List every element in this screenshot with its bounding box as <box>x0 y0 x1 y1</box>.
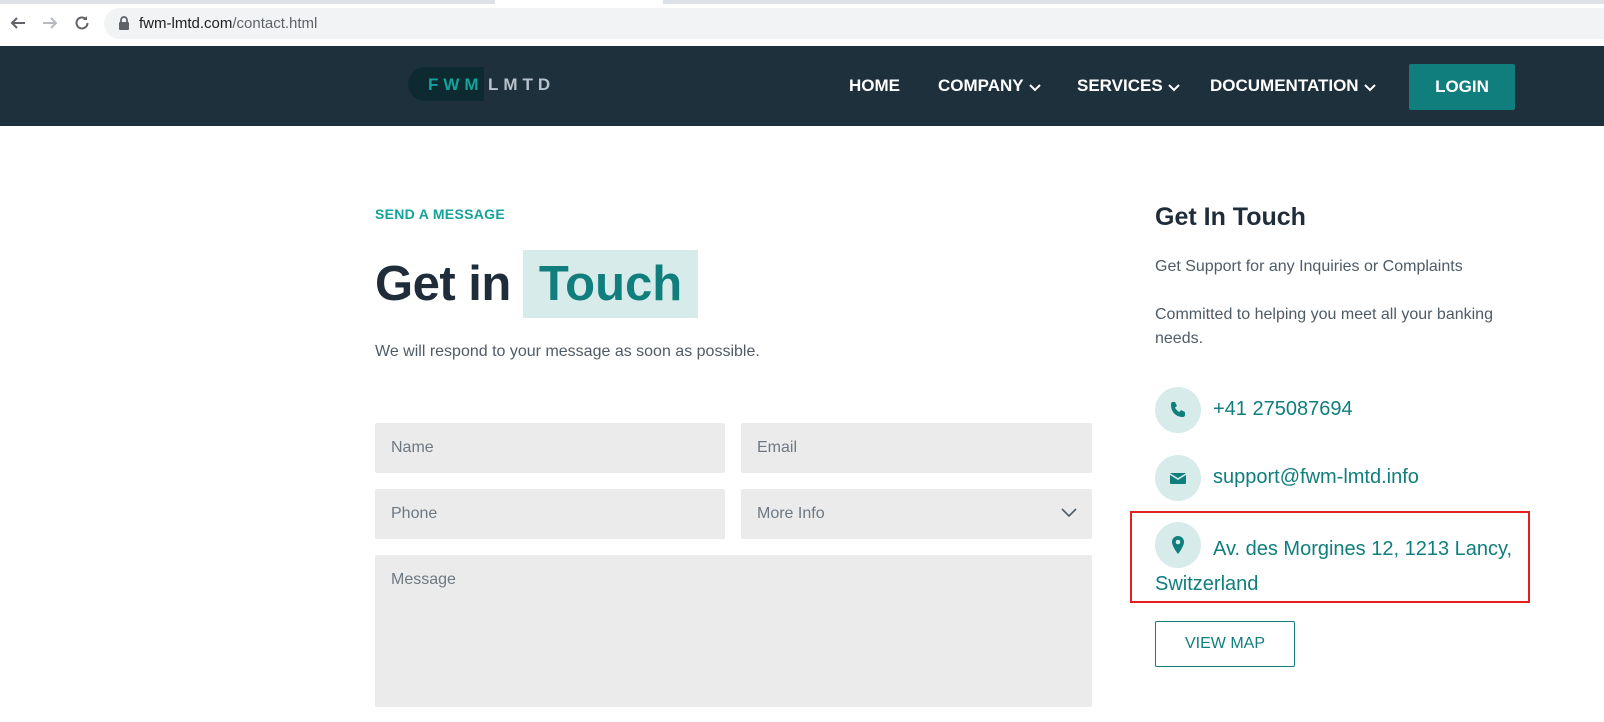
url-text: fwm-lmtd.com/contact.html <box>139 15 317 32</box>
logo-part-fwm: FWM <box>428 75 484 94</box>
phone-icon <box>1155 387 1201 433</box>
email-input[interactable]: Email <box>741 423 1092 473</box>
message-textarea[interactable]: Message <box>375 555 1092 707</box>
site-header: FWM LMTD HOME COMPANY SERVICES DOCUMENTA… <box>0 46 1604 126</box>
nav-home-label: HOME <box>849 76 900 95</box>
chevron-down-icon <box>1363 83 1376 91</box>
phone-placeholder: Phone <box>391 505 438 522</box>
form-subtext: We will respond to your message as soon … <box>375 343 760 360</box>
message-placeholder: Message <box>391 571 456 588</box>
page-title-highlight: Touch <box>522 250 699 318</box>
url-path: /contact.html <box>232 15 318 32</box>
name-placeholder: Name <box>391 439 434 456</box>
contact-email[interactable]: support@fwm-lmtd.info <box>1213 466 1419 489</box>
nav-company[interactable]: COMPANY <box>938 76 1042 96</box>
address-bar[interactable]: fwm-lmtd.com/contact.html <box>104 8 1604 39</box>
page-title: Get in Touch <box>375 250 699 318</box>
contact-title: Get In Touch <box>1155 203 1306 231</box>
envelope-icon <box>1155 455 1201 501</box>
section-eyebrow: SEND A MESSAGE <box>375 206 505 222</box>
contact-line-committed: Committed to helping you meet all your b… <box>1155 306 1493 347</box>
nav-services-label: SERVICES <box>1077 76 1163 95</box>
nav-documentation[interactable]: DOCUMENTATION <box>1210 76 1377 96</box>
logo-part-lmtd: LMTD <box>488 75 556 94</box>
email-placeholder: Email <box>757 439 798 456</box>
phone-input[interactable]: Phone <box>375 489 725 539</box>
chevron-down-icon <box>1061 508 1077 518</box>
page-title-main: Get in <box>375 257 511 311</box>
nav-services[interactable]: SERVICES <box>1077 76 1181 96</box>
contact-phone[interactable]: +41 275087694 <box>1213 398 1353 421</box>
back-arrow-icon[interactable] <box>7 12 29 34</box>
chevron-down-icon <box>1167 83 1180 91</box>
contact-address: Av. des Morgines 12, 1213 Lancy, Switzer… <box>1155 538 1513 595</box>
tab-strip <box>0 0 1604 4</box>
browser-toolbar: fwm-lmtd.com/contact.html <box>0 0 1604 46</box>
forward-arrow-icon[interactable] <box>39 12 61 34</box>
more-info-select[interactable]: More Info <box>741 489 1092 539</box>
reload-icon[interactable] <box>71 12 93 34</box>
nav-company-label: COMPANY <box>938 76 1024 95</box>
chevron-down-icon <box>1028 83 1041 91</box>
site-logo[interactable]: FWM LMTD <box>408 67 552 101</box>
nav-documentation-label: DOCUMENTATION <box>1210 76 1359 95</box>
contact-line-support: Get Support for any Inquiries or Complai… <box>1155 258 1463 275</box>
active-tab[interactable] <box>495 0 663 4</box>
view-map-button[interactable]: VIEW MAP <box>1155 621 1295 667</box>
url-host: fwm-lmtd.com <box>139 15 233 32</box>
more-info-value: More Info <box>757 505 825 522</box>
login-button[interactable]: LOGIN <box>1409 64 1515 110</box>
nav-home[interactable]: HOME <box>849 76 900 96</box>
name-input[interactable]: Name <box>375 423 725 473</box>
lock-icon <box>119 16 129 30</box>
